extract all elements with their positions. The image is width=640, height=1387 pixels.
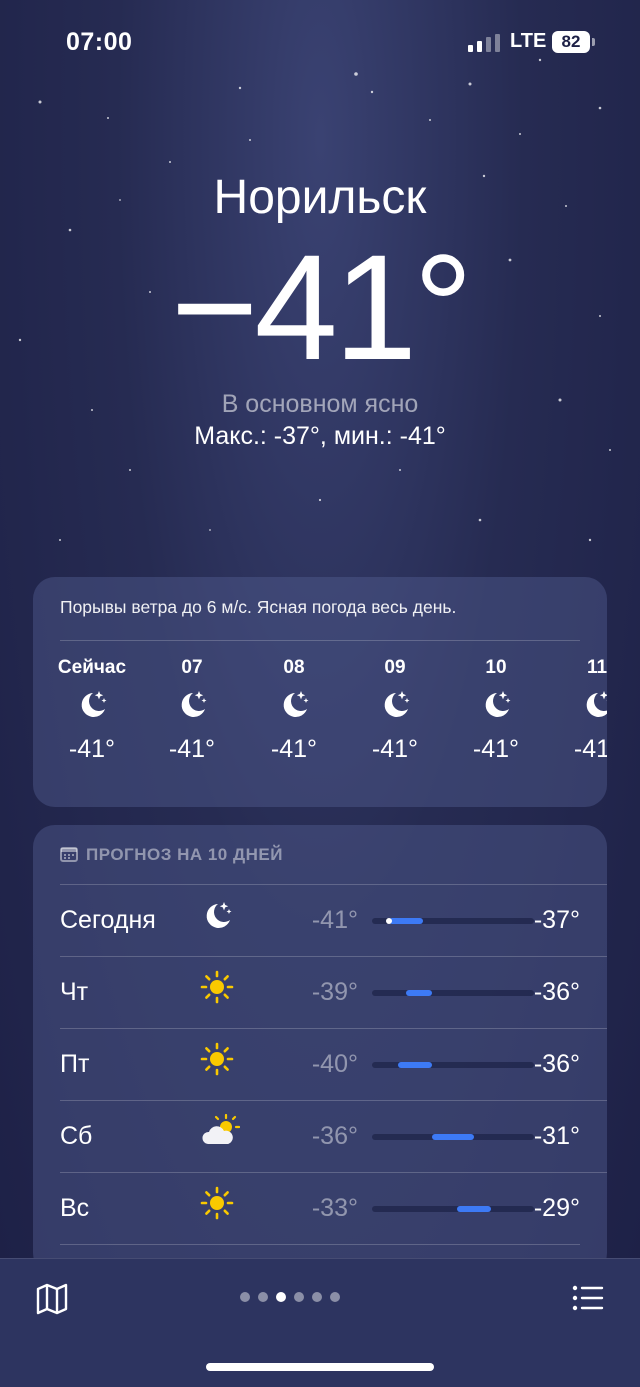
high-low-temperature: Макс.: -37°, мин.: -41° xyxy=(194,422,446,450)
temperature-range-fill xyxy=(397,1062,432,1068)
battery-icon: 82 xyxy=(552,31,590,53)
status-bar: 07:00 LTE 82 xyxy=(0,26,640,60)
day-low-temp: -36° xyxy=(311,1122,358,1150)
ten-day-header-label: ПРОГНОЗ НА 10 ДНЕЙ xyxy=(86,845,283,864)
sun-icon xyxy=(200,970,244,1014)
hourly-item: 10 -41° xyxy=(446,657,546,764)
hour-temperature: -41° xyxy=(472,735,520,763)
cellular-signal-icon xyxy=(468,34,500,52)
divider xyxy=(60,1244,580,1245)
divider xyxy=(60,1100,607,1101)
moon-stars-icon xyxy=(547,687,607,731)
page-dot[interactable] xyxy=(294,1292,304,1302)
list-icon[interactable] xyxy=(570,1281,606,1317)
hour-temperature: -41° xyxy=(573,735,607,763)
page-dot[interactable] xyxy=(240,1292,250,1302)
sun-icon xyxy=(200,1186,244,1230)
hour-label: 11 xyxy=(586,657,607,678)
forecast-summary: Порывы ветра до 6 м/с. Ясная погода весь… xyxy=(60,597,457,617)
divider xyxy=(60,1172,607,1173)
hourly-item: 11 -41° xyxy=(547,657,607,764)
moon-stars-icon xyxy=(345,687,445,731)
temperature-range-bar xyxy=(372,990,534,996)
day-low-temp: -33° xyxy=(311,1194,358,1222)
hourly-item: 08 -41° xyxy=(244,657,344,764)
hour-label: Сейчас xyxy=(57,657,127,678)
divider xyxy=(60,1028,607,1029)
temperature-range-bar xyxy=(372,1134,534,1140)
hour-temperature: -41° xyxy=(68,735,116,763)
sun-icon xyxy=(200,1042,244,1086)
moon-stars-icon xyxy=(200,898,244,942)
hour-temperature: -41° xyxy=(168,735,216,763)
moon-stars-icon xyxy=(142,687,242,731)
page-indicator[interactable] xyxy=(240,1289,348,1303)
hourly-forecast-card[interactable]: Порывы ветра до 6 м/с. Ясная погода весь… xyxy=(33,577,607,807)
city-name: Норильск xyxy=(213,171,427,224)
temperature-range-bar xyxy=(372,1206,534,1212)
current-temp-dot xyxy=(386,918,393,924)
day-name: Чт xyxy=(60,978,89,1006)
temperature-range-fill xyxy=(389,918,424,924)
current-temperature: −41° xyxy=(170,223,473,391)
bottom-toolbar xyxy=(0,1258,640,1387)
day-name: Вс xyxy=(60,1194,90,1222)
ten-day-forecast-card[interactable]: ПРОГНОЗ НА 10 ДНЕЙ Сегодня -41° -37° Чт -39°… xyxy=(33,825,607,1275)
daily-row[interactable]: Сб -36° -31° xyxy=(60,1100,607,1172)
temperature-range-fill xyxy=(457,1206,492,1212)
hour-label: 10 xyxy=(485,657,507,678)
day-high-temp: -36° xyxy=(533,978,580,1006)
page-dot[interactable] xyxy=(276,1292,286,1302)
moon-stars-icon xyxy=(42,687,142,731)
network-type: LTE xyxy=(510,30,547,52)
map-icon[interactable] xyxy=(34,1281,70,1317)
day-high-temp: -36° xyxy=(533,1050,580,1078)
day-name: Сегодня xyxy=(60,906,156,934)
hour-temperature: -41° xyxy=(270,735,318,763)
hour-label: 09 xyxy=(384,657,406,678)
day-high-temp: -29° xyxy=(533,1194,580,1222)
status-time: 07:00 xyxy=(66,28,133,56)
temperature-range-bar xyxy=(372,1062,534,1068)
day-high-temp: -37° xyxy=(533,906,580,934)
day-name: Пт xyxy=(60,1050,90,1078)
home-indicator[interactable] xyxy=(206,1363,434,1371)
hour-label: 08 xyxy=(283,657,305,678)
divider xyxy=(60,640,580,641)
daily-row[interactable]: Вс -33° -29° xyxy=(60,1172,607,1244)
hour-temperature: -41° xyxy=(371,735,419,763)
page-dot[interactable] xyxy=(312,1292,322,1302)
day-low-temp: -41° xyxy=(311,906,358,934)
daily-row[interactable]: Чт -39° -36° xyxy=(60,956,607,1028)
hour-label: 07 xyxy=(181,657,203,678)
temperature-range-bar xyxy=(372,918,534,924)
day-high-temp: -31° xyxy=(533,1122,580,1150)
calendar-icon xyxy=(60,847,78,862)
battery-tip xyxy=(592,38,595,46)
daily-row[interactable]: Сегодня -41° -37° xyxy=(60,884,607,956)
hourly-item: Сейчас -41° xyxy=(42,657,142,764)
ten-day-header: ПРОГНОЗ НА 10 ДНЕЙ xyxy=(60,845,283,865)
page-dot[interactable] xyxy=(258,1292,268,1302)
day-low-temp: -40° xyxy=(311,1050,358,1078)
daily-row[interactable]: Пт -40° -36° xyxy=(60,1028,607,1100)
partly-cloudy-icon xyxy=(200,1113,244,1158)
divider xyxy=(60,884,607,885)
page-dot[interactable] xyxy=(330,1292,340,1302)
hourly-item: 09 -41° xyxy=(345,657,445,764)
day-low-temp: -39° xyxy=(311,978,358,1006)
current-condition: В основном ясно xyxy=(221,390,419,418)
temperature-range-fill xyxy=(431,1134,475,1140)
divider xyxy=(60,956,607,957)
moon-stars-icon xyxy=(244,687,344,731)
temperature-range-fill xyxy=(406,990,432,996)
hourly-item: 07 -41° xyxy=(142,657,242,764)
moon-stars-icon xyxy=(446,687,546,731)
day-name: Сб xyxy=(60,1122,93,1150)
